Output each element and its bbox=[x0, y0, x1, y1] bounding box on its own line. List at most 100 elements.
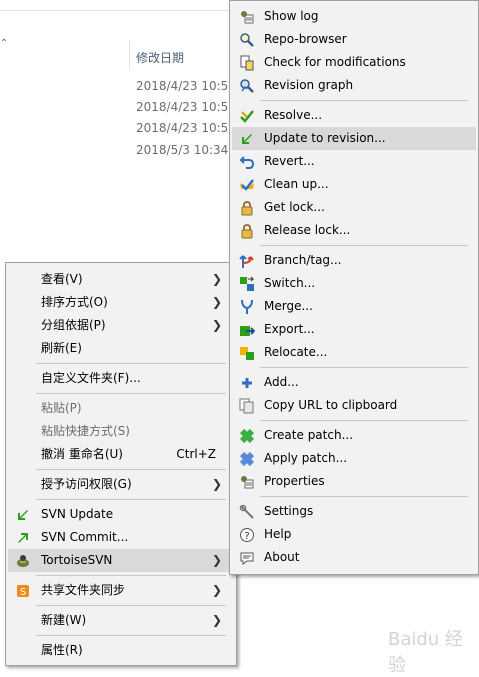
about-icon bbox=[239, 550, 255, 566]
menu-item-properties[interactable]: 属性(R) bbox=[8, 639, 234, 662]
svn-commit-icon bbox=[15, 530, 31, 546]
release-lock-icon bbox=[239, 223, 255, 239]
menu-separator bbox=[36, 469, 226, 470]
menu-item-label: 新建(W) bbox=[41, 613, 87, 627]
svn-item-help[interactable]: ? Help bbox=[232, 523, 476, 546]
merge-icon bbox=[239, 299, 255, 315]
svn-item-merge[interactable]: Merge... bbox=[232, 295, 476, 318]
menu-item-label: 排序方式(O) bbox=[41, 295, 108, 309]
menu-item-paste-shortcut: 粘贴快捷方式(S) bbox=[8, 420, 234, 443]
svn-item-release-lock[interactable]: Release lock... bbox=[232, 219, 476, 242]
svn-item-relocate[interactable]: Relocate... bbox=[232, 341, 476, 364]
add-icon bbox=[239, 375, 255, 391]
menu-item-label: Branch/tag... bbox=[264, 253, 342, 267]
menu-separator bbox=[36, 605, 226, 606]
menu-item-label: Revision graph bbox=[264, 78, 354, 92]
menu-item-svn-update[interactable]: SVN Update bbox=[8, 503, 234, 526]
menu-item-label: Copy URL to clipboard bbox=[264, 398, 398, 412]
menu-item-sort-by[interactable]: 排序方式(O) ❯ bbox=[8, 291, 234, 314]
svn-update-icon bbox=[15, 507, 31, 523]
menu-item-label: Update to revision... bbox=[264, 131, 386, 145]
svn-item-branch-tag[interactable]: Branch/tag... bbox=[232, 249, 476, 272]
explorer-toolbar-edge bbox=[0, 10, 240, 11]
menu-item-label: Relocate... bbox=[264, 345, 328, 359]
menu-item-label: 授予访问权限(G) bbox=[41, 477, 132, 491]
menu-item-undo-rename[interactable]: 撤消 重命名(U) Ctrl+Z bbox=[8, 443, 234, 466]
menu-item-label: Show log bbox=[264, 9, 319, 23]
svn-item-revision-graph[interactable]: Revision graph bbox=[232, 74, 476, 97]
file-date-cell: 2018/5/3 10:34 bbox=[136, 143, 229, 157]
tortoisesvn-submenu: Show log Repo-browser Check for modifica… bbox=[229, 0, 479, 575]
shortcut-label: Ctrl+Z bbox=[176, 447, 216, 461]
svn-item-repo-browser[interactable]: Repo-browser bbox=[232, 28, 476, 51]
menu-item-label: 自定义文件夹(F)... bbox=[41, 371, 141, 385]
chevron-right-icon: ❯ bbox=[211, 318, 222, 332]
svn-item-export[interactable]: Export... bbox=[232, 318, 476, 341]
menu-item-refresh[interactable]: 刷新(E) bbox=[8, 337, 234, 360]
menu-item-label: 刷新(E) bbox=[41, 341, 82, 355]
chevron-right-icon: ❯ bbox=[211, 613, 222, 627]
menu-item-paste: 粘贴(P) bbox=[8, 397, 234, 420]
collapse-chevron-icon[interactable]: ⌃ bbox=[0, 38, 8, 49]
menu-item-view[interactable]: 查看(V) ❯ bbox=[8, 268, 234, 291]
menu-item-label: Export... bbox=[264, 322, 315, 336]
menu-item-label: 分组依据(P) bbox=[41, 318, 106, 332]
menu-item-new[interactable]: 新建(W) ❯ bbox=[8, 609, 234, 632]
svn-item-show-log[interactable]: Show log bbox=[232, 5, 476, 28]
menu-item-label: Repo-browser bbox=[264, 32, 347, 46]
context-menu: 查看(V) ❯ 排序方式(O) ❯ 分组依据(P) ❯ 刷新(E) 自定义文件夹… bbox=[5, 262, 237, 666]
file-date-cell: 2018/4/23 10:59 bbox=[136, 79, 236, 93]
menu-separator bbox=[36, 575, 226, 576]
menu-separator bbox=[260, 420, 468, 421]
menu-item-label: SVN Commit... bbox=[41, 530, 129, 544]
copy-url-icon bbox=[239, 398, 255, 414]
menu-separator bbox=[260, 367, 468, 368]
svn-item-update-to-revision[interactable]: Update to revision... bbox=[232, 127, 476, 150]
check-modifications-icon bbox=[239, 55, 255, 71]
svn-item-add[interactable]: Add... bbox=[232, 371, 476, 394]
svn-item-revert[interactable]: Revert... bbox=[232, 150, 476, 173]
date-modified-column-header[interactable]: 修改日期 bbox=[136, 49, 184, 66]
menu-item-group-by[interactable]: 分组依据(P) ❯ bbox=[8, 314, 234, 337]
menu-item-label: Add... bbox=[264, 375, 299, 389]
svn-item-apply-patch[interactable]: Apply patch... bbox=[232, 447, 476, 470]
svn-item-about[interactable]: About bbox=[232, 546, 476, 569]
menu-item-label: Clean up... bbox=[264, 177, 329, 191]
menu-item-label: Release lock... bbox=[264, 223, 351, 237]
svn-item-create-patch[interactable]: Create patch... bbox=[232, 424, 476, 447]
file-date-cell: 2018/4/23 10:59 bbox=[136, 121, 236, 135]
menu-item-give-access[interactable]: 授予访问权限(G) ❯ bbox=[8, 473, 234, 496]
menu-item-label: SVN Update bbox=[41, 507, 114, 521]
menu-item-label: Check for modifications bbox=[264, 55, 406, 69]
menu-item-svn-commit[interactable]: SVN Commit... bbox=[8, 526, 234, 549]
svn-item-properties[interactable]: Properties bbox=[232, 470, 476, 493]
menu-item-label: 撤消 重命名(U) bbox=[41, 447, 123, 461]
menu-separator bbox=[36, 635, 226, 636]
chevron-right-icon: ❯ bbox=[211, 272, 222, 286]
tortoisesvn-icon bbox=[15, 553, 31, 569]
menu-item-label: TortoiseSVN bbox=[41, 553, 113, 567]
svn-item-check-modifications[interactable]: Check for modifications bbox=[232, 51, 476, 74]
svn-item-resolve[interactable]: Resolve... bbox=[232, 104, 476, 127]
chevron-right-icon: ❯ bbox=[211, 553, 222, 567]
apply-patch-icon bbox=[239, 451, 255, 467]
revision-graph-icon bbox=[239, 78, 255, 94]
menu-item-share-sync[interactable]: S 共享文件夹同步 ❯ bbox=[8, 579, 234, 602]
column-divider[interactable] bbox=[129, 40, 130, 70]
menu-item-label: About bbox=[264, 550, 300, 564]
watermark-logo: Baidu 经验 bbox=[388, 629, 463, 676]
svn-item-switch[interactable]: Switch... bbox=[232, 272, 476, 295]
svn-item-copy-url[interactable]: Copy URL to clipboard bbox=[232, 394, 476, 417]
properties-icon bbox=[239, 474, 255, 490]
menu-separator bbox=[36, 393, 226, 394]
menu-item-customize-folder[interactable]: 自定义文件夹(F)... bbox=[8, 367, 234, 390]
revert-icon bbox=[239, 154, 255, 170]
menu-item-tortoisesvn[interactable]: TortoiseSVN ❯ bbox=[8, 549, 234, 572]
get-lock-icon bbox=[239, 200, 255, 216]
menu-separator bbox=[260, 245, 468, 246]
resolve-icon bbox=[239, 108, 255, 124]
svn-item-clean-up[interactable]: Clean up... bbox=[232, 173, 476, 196]
menu-separator bbox=[260, 496, 468, 497]
svn-item-settings[interactable]: Settings bbox=[232, 500, 476, 523]
svn-item-get-lock[interactable]: Get lock... bbox=[232, 196, 476, 219]
